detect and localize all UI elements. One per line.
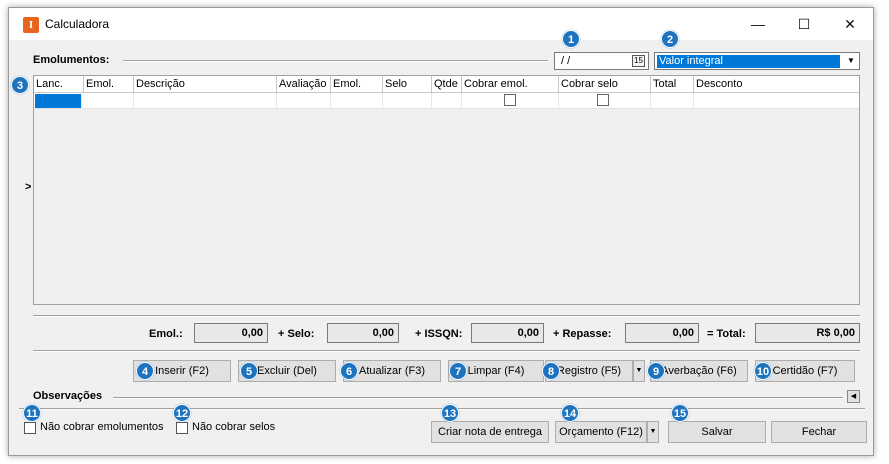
issqn-total-value: 0,00: [471, 323, 544, 343]
callout-badge-1: 1: [562, 30, 580, 48]
app-logo-icon: I: [23, 17, 39, 33]
table-cell[interactable]: [277, 93, 331, 109]
nao-cobrar-emolumentos-label[interactable]: Não cobrar emolumentos: [40, 421, 164, 433]
chevron-down-icon[interactable]: ▼: [844, 54, 858, 68]
observacoes-divider: [113, 397, 843, 399]
table-cell[interactable]: [84, 93, 134, 109]
expand-observacoes-chevron-left-icon[interactable]: ◀: [847, 390, 860, 403]
nao-cobrar-selos-checkbox[interactable]: [176, 422, 188, 434]
selo-total-label: + Selo:: [278, 328, 315, 340]
maximize-button[interactable]: ☐: [781, 8, 827, 40]
callout-badge-8: 8: [542, 362, 560, 380]
callout-badge-9: 9: [647, 362, 665, 380]
cobrar-selo-checkbox[interactable]: [597, 94, 609, 106]
table-cell[interactable]: [134, 93, 277, 109]
criar-nota-button[interactable]: Criar nota de entrega: [431, 421, 549, 443]
title-bar: I Calculadora — ☐ ✕: [9, 8, 873, 40]
col-cobrar-selo[interactable]: Cobrar selo: [559, 76, 651, 93]
actions-divider: [33, 350, 860, 352]
callout-badge-11: 11: [23, 404, 41, 422]
observacoes-label: Observações: [33, 390, 103, 402]
nao-cobrar-selos-label[interactable]: Não cobrar selos: [192, 421, 275, 433]
col-descricao[interactable]: Descrição: [134, 76, 277, 93]
table-cell[interactable]: [383, 93, 432, 109]
issqn-total-label: + ISSQN:: [415, 328, 463, 340]
selo-total-value: 0,00: [327, 323, 399, 343]
col-cobrar-emol[interactable]: Cobrar emol.: [462, 76, 559, 93]
cobrar-emol-checkbox[interactable]: [504, 94, 516, 106]
emolumentos-divider: [123, 60, 548, 62]
emol-total-value: 0,00: [194, 323, 268, 343]
col-desconto[interactable]: Desconto: [694, 76, 859, 93]
orcamento-dropdown-chevron-down-icon[interactable]: ▼: [647, 421, 659, 443]
table-row[interactable]: [34, 93, 859, 109]
grid-header: Lanc. Emol. Descrição Avaliação Emol. Se…: [34, 76, 859, 93]
callout-badge-2: 2: [661, 30, 679, 48]
emol-total-label: Emol.:: [149, 328, 183, 340]
salvar-button[interactable]: Salvar: [668, 421, 766, 443]
close-button[interactable]: ✕: [827, 8, 873, 40]
grand-total-label: = Total:: [707, 328, 746, 340]
callout-badge-12: 12: [173, 404, 191, 422]
calculadora-window: I Calculadora — ☐ ✕ Emolumentos: / / 15 …: [8, 7, 874, 456]
col-avaliacao[interactable]: Avaliação: [277, 76, 331, 93]
grand-total-value: R$ 0,00: [755, 323, 860, 343]
callout-badge-6: 6: [340, 362, 358, 380]
emolumentos-label: Emolumentos:: [33, 54, 110, 66]
minimize-button[interactable]: —: [735, 8, 781, 40]
repasse-total-label: + Repasse:: [553, 328, 612, 340]
fechar-button[interactable]: Fechar: [771, 421, 867, 443]
col-total[interactable]: Total: [651, 76, 694, 93]
nao-cobrar-emolumentos-checkbox[interactable]: [24, 422, 36, 434]
callout-badge-13: 13: [441, 404, 459, 422]
callout-badge-7: 7: [449, 362, 467, 380]
table-cell[interactable]: [651, 93, 694, 109]
col-selo[interactable]: Selo: [383, 76, 432, 93]
registro-dropdown-chevron-down-icon[interactable]: ▼: [633, 360, 645, 382]
value-type-select[interactable]: Valor integral ▼: [654, 52, 860, 70]
row-indicator-icon: >: [25, 181, 32, 193]
col-emol-2[interactable]: Emol.: [331, 76, 383, 93]
emolumentos-grid[interactable]: Lanc. Emol. Descrição Avaliação Emol. Se…: [33, 75, 860, 305]
col-qtde[interactable]: Qtde: [432, 76, 462, 93]
selected-cell[interactable]: [35, 94, 82, 108]
repasse-total-value: 0,00: [625, 323, 699, 343]
callout-badge-10: 10: [754, 362, 772, 380]
table-cell[interactable]: [331, 93, 383, 109]
date-value: / /: [561, 55, 571, 67]
table-cell[interactable]: [432, 93, 462, 109]
callout-badge-4: 4: [136, 362, 154, 380]
calendar-icon[interactable]: 15: [632, 55, 645, 67]
window-title: Calculadora: [45, 17, 110, 31]
orcamento-button[interactable]: Orçamento (F12): [555, 421, 647, 443]
totals-divider: [33, 315, 860, 317]
callout-badge-14: 14: [561, 404, 579, 422]
callout-badge-5: 5: [240, 362, 258, 380]
callout-badge-3: 3: [11, 76, 29, 94]
col-lanc[interactable]: Lanc.: [34, 76, 84, 93]
col-emol[interactable]: Emol.: [84, 76, 134, 93]
callout-badge-15: 15: [671, 404, 689, 422]
date-field[interactable]: / / 15: [554, 52, 649, 70]
value-type-selected: Valor integral: [657, 55, 840, 68]
